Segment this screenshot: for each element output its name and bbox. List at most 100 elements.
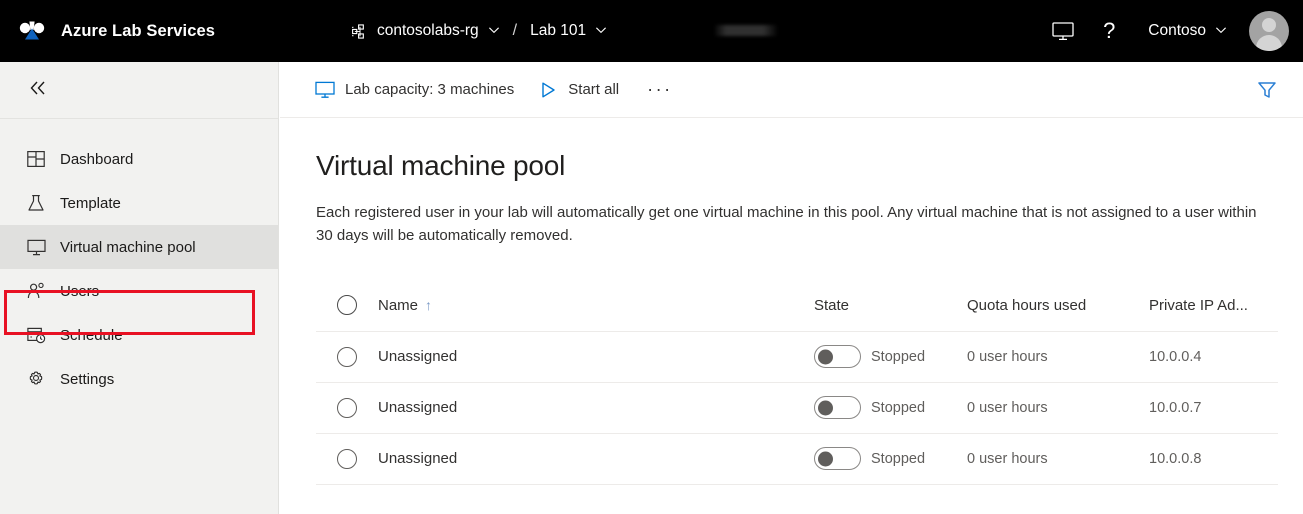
vm-ip-label: 10.0.0.4 <box>1149 348 1202 365</box>
header-actions: ? Contoso <box>1040 0 1303 62</box>
breadcrumb-lab[interactable]: Lab 101 <box>530 22 607 40</box>
sort-ascending-icon: ↑ <box>425 297 433 314</box>
column-state-label: State <box>814 296 850 314</box>
start-all-label: Start all <box>568 81 620 98</box>
sidebar-item-label: Schedule <box>60 326 123 344</box>
row-select-radio[interactable] <box>337 346 357 367</box>
row-select-cell <box>316 346 378 367</box>
sidebar-item-schedule[interactable]: Schedule <box>0 313 278 357</box>
table-row[interactable]: Unassigned Stopped 0 user hours 10.0.0.8 <box>316 434 1278 485</box>
page-title: Virtual machine pool <box>316 150 566 181</box>
sidebar-item-label: Template <box>60 194 121 212</box>
sidebar-item-label: Settings <box>60 370 115 388</box>
start-all-button[interactable]: Start all <box>538 80 619 100</box>
breadcrumb-separator: / <box>512 22 518 39</box>
brand[interactable]: Azure Lab Services <box>15 14 215 48</box>
command-bar: Lab capacity: 3 machines Start all ··· <box>280 62 1303 118</box>
column-header-quota[interactable]: Quota hours used <box>967 297 1149 314</box>
row-select-cell <box>316 397 378 418</box>
more-commands-button[interactable]: ··· <box>643 79 676 100</box>
resource-group-icon <box>352 23 369 39</box>
main-content: Lab capacity: 3 machines Start all ··· V… <box>280 62 1303 514</box>
table-row[interactable]: Unassigned Stopped 0 user hours 10.0.0.4 <box>316 332 1278 383</box>
sidebar-item-label: Users <box>60 282 100 300</box>
table-header-row: Name ↑ State Quota hours used Private IP… <box>316 280 1278 332</box>
monitor-icon[interactable] <box>1040 0 1086 62</box>
breadcrumb-resource-group[interactable]: contosolabs-rg <box>352 22 500 40</box>
column-name-label: Name <box>378 296 419 314</box>
play-icon <box>538 80 558 100</box>
vm-quota-label: 0 user hours <box>967 399 1048 416</box>
chevron-down-icon <box>488 23 500 35</box>
vm-power-toggle[interactable] <box>814 396 861 420</box>
sidebar-item-label: Dashboard <box>60 150 134 168</box>
toggle-knob <box>818 451 833 467</box>
column-header-name[interactable]: Name ↑ <box>378 297 814 314</box>
app-root: Azure Lab Services contosolabs-rg / Lab … <box>0 0 1303 514</box>
gear-icon <box>26 369 46 389</box>
sidebar-item-dashboard[interactable]: Dashboard <box>0 137 278 181</box>
lab-capacity-label: Lab capacity: 3 machines <box>345 81 515 98</box>
sidebar-item-settings[interactable]: Settings <box>0 357 278 401</box>
column-quota-label: Quota hours used <box>967 296 1087 314</box>
tenant-selector[interactable]: Contoso <box>1148 22 1227 40</box>
table-row[interactable]: Unassigned Stopped 0 user hours 10.0.0.7 <box>316 383 1278 434</box>
top-header-bar: Azure Lab Services contosolabs-rg / Lab … <box>0 0 1303 62</box>
content-body: Virtual machine pool Each registered use… <box>280 118 1303 485</box>
lab-label: Lab 101 <box>530 22 587 39</box>
vm-quota-label: 0 user hours <box>967 450 1048 467</box>
toggle-knob <box>818 400 833 416</box>
lab-capacity-button[interactable]: Lab capacity: 3 machines <box>315 80 514 100</box>
filter-icon[interactable] <box>1251 74 1283 106</box>
sidebar-item-virtual-machine-pool[interactable]: Virtual machine pool <box>0 225 278 269</box>
page-description: Each registered user in your lab will au… <box>316 204 1257 244</box>
user-icon <box>26 281 46 301</box>
toggle-knob <box>818 349 833 365</box>
row-select-radio[interactable] <box>337 397 357 418</box>
select-all-radio[interactable] <box>337 295 357 316</box>
column-header-state[interactable]: State <box>814 297 967 314</box>
resource-group-label: contosolabs-rg <box>377 22 479 39</box>
vm-name-label: Unassigned <box>378 398 458 416</box>
sidebar-nav-list: Dashboard Template Virtual machine pool … <box>0 119 278 401</box>
column-header-private-ip[interactable]: Private IP Ad... <box>1149 297 1278 314</box>
monitor-icon <box>26 237 46 257</box>
vm-state-label: Stopped <box>871 399 926 416</box>
cell-name: Unassigned <box>378 348 814 366</box>
sidebar: Dashboard Template Virtual machine pool … <box>0 62 279 514</box>
sidebar-item-users[interactable]: Users <box>0 269 278 313</box>
azure-lab-services-logo-icon <box>15 14 49 48</box>
vm-name-label: Unassigned <box>378 449 458 467</box>
cell-name: Unassigned <box>378 450 814 468</box>
vm-state-label: Stopped <box>871 450 926 467</box>
chevron-down-icon <box>1215 23 1227 35</box>
calendar-clock-icon <box>26 325 46 345</box>
select-all-cell <box>316 295 378 316</box>
cell-quota: 0 user hours <box>967 399 1149 417</box>
user-avatar[interactable] <box>1249 11 1289 51</box>
chevron-down-icon <box>595 23 607 35</box>
sidebar-item-template[interactable]: Template <box>0 181 278 225</box>
flask-icon <box>26 193 46 213</box>
cell-private-ip: 10.0.0.7 <box>1149 399 1278 417</box>
sidebar-item-label: Virtual machine pool <box>60 238 196 256</box>
vm-state-label: Stopped <box>871 348 926 365</box>
cell-state: Stopped <box>814 447 967 471</box>
vm-power-toggle[interactable] <box>814 447 861 471</box>
row-select-radio[interactable] <box>337 448 357 469</box>
cell-state: Stopped <box>814 345 967 369</box>
row-select-cell <box>316 448 378 469</box>
vm-quota-label: 0 user hours <box>967 348 1048 365</box>
help-glyph: ? <box>1103 18 1116 43</box>
double-chevron-left-icon <box>27 78 49 103</box>
help-icon[interactable]: ? <box>1086 0 1132 62</box>
column-ip-label: Private IP Ad... <box>1149 296 1248 314</box>
brand-title: Azure Lab Services <box>61 21 216 40</box>
tenant-label: Contoso <box>1148 22 1206 39</box>
vm-ip-label: 10.0.0.8 <box>1149 450 1202 467</box>
vm-power-toggle[interactable] <box>814 345 861 369</box>
cell-quota: 0 user hours <box>967 348 1149 366</box>
breadcrumb: contosolabs-rg / Lab 101 <box>352 0 607 62</box>
monitor-icon <box>315 80 335 100</box>
sidebar-collapse-button[interactable] <box>0 62 278 118</box>
